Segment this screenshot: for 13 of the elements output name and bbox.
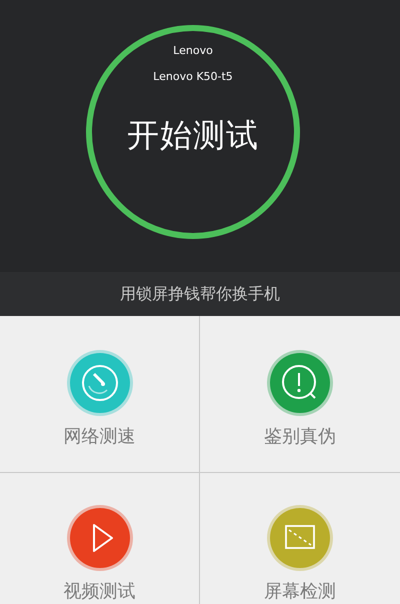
tool-label: 屏幕检测 xyxy=(264,581,336,603)
device-model: Lenovo K50-t5 xyxy=(153,68,233,84)
screen-icon xyxy=(285,525,315,549)
tool-label: 视频测试 xyxy=(64,581,136,603)
device-brand: Lenovo xyxy=(173,43,213,59)
tool-tile[interactable]: 网络测速 xyxy=(0,316,200,473)
promo-banner[interactable]: 用锁屏挣钱帮你换手机 xyxy=(0,272,400,316)
gauge-icon xyxy=(82,365,118,401)
tool-label: 鉴别真伪 xyxy=(264,426,336,448)
tool-label: 网络测速 xyxy=(64,426,136,448)
start-button[interactable]: Lenovo Lenovo K50-t5 开始测试 xyxy=(86,25,300,239)
play-icon xyxy=(92,524,112,552)
exclamation-search-icon xyxy=(282,365,316,399)
